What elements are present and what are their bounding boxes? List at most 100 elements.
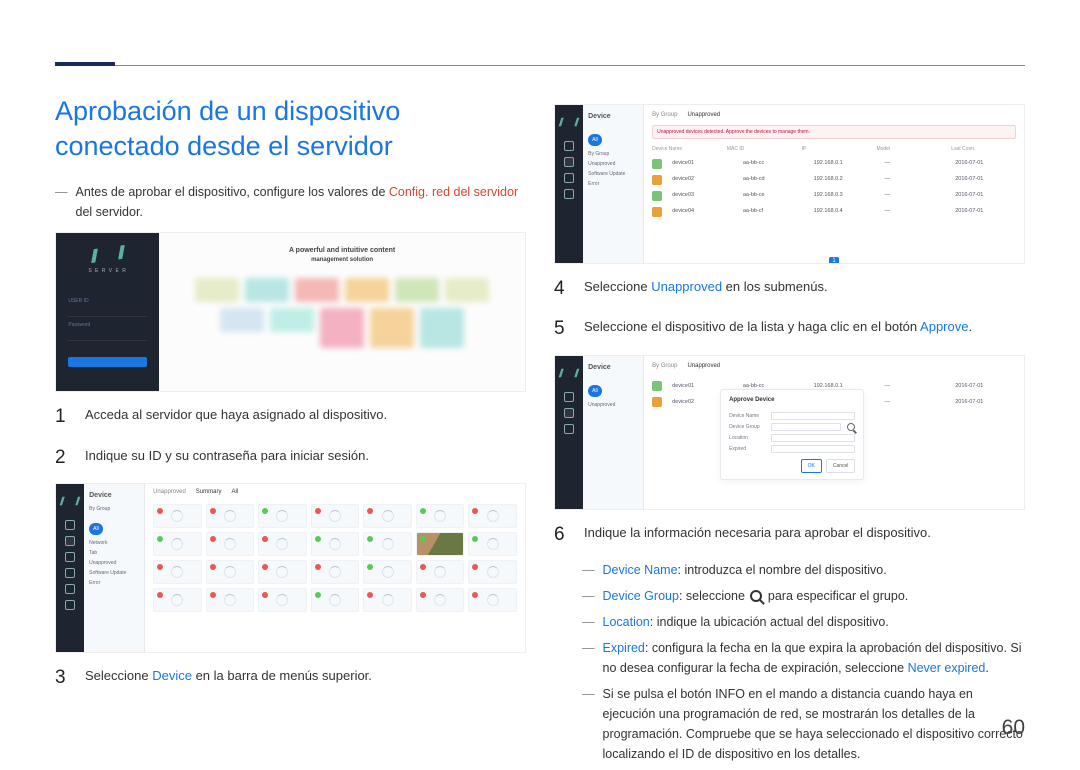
device-tile[interactable]: [468, 588, 517, 612]
step-text: Indique la información necesaria para ap…: [584, 520, 931, 550]
ss4-all-pill[interactable]: All: [588, 385, 602, 397]
device-tile[interactable]: [153, 504, 202, 528]
device-tile[interactable]: [153, 532, 202, 556]
ss4-tab[interactable]: By Group: [652, 362, 677, 372]
ss3-tab[interactable]: By Group: [652, 111, 677, 121]
location-desc: : indique la ubicación actual del dispos…: [650, 615, 889, 629]
location-input[interactable]: [771, 434, 855, 442]
page-1-button[interactable]: 1: [829, 257, 839, 264]
device-tile[interactable]: [468, 532, 517, 556]
device-tile[interactable]: [416, 588, 465, 612]
ss4-panel-title: Device: [588, 362, 638, 373]
ss2-tab[interactable]: All: [231, 488, 238, 498]
expired-input[interactable]: [771, 445, 855, 453]
expired-desc-post: .: [985, 661, 988, 675]
rail-icon[interactable]: [564, 157, 574, 167]
rail-icon[interactable]: [65, 536, 75, 546]
search-icon[interactable]: [847, 423, 855, 431]
device-tile[interactable]: [311, 588, 360, 612]
table-row[interactable]: device04aa-bb-cf192.168.0.4—2016-07-01: [652, 207, 1016, 217]
page-number: 60: [1002, 711, 1025, 745]
col-head: Last Conn.: [951, 145, 1016, 153]
rail-icon[interactable]: [65, 584, 75, 594]
step-text: Seleccione Unapproved en los submenús.: [584, 274, 828, 304]
device-tile[interactable]: [153, 560, 202, 584]
page-title: Aprobación de un dispositivo conectado d…: [55, 94, 526, 164]
ss3-icon-rail: [555, 105, 583, 263]
device-tile[interactable]: [258, 560, 307, 584]
device-tile[interactable]: [258, 588, 307, 612]
device-tile[interactable]: [206, 504, 255, 528]
modal-ok-button[interactable]: OK: [801, 459, 822, 473]
table-row[interactable]: device01aa-bb-cc192.168.0.1—2016-07-01: [652, 159, 1016, 169]
ss3-panel-item[interactable]: By Group: [588, 150, 638, 158]
table-row[interactable]: device02aa-bb-cd192.168.0.2—2016-07-01: [652, 175, 1016, 185]
sub-note-text: Expired: configura la fecha en la que ex…: [603, 638, 1026, 678]
ss3-all-pill[interactable]: All: [588, 134, 602, 146]
ss2-group-item[interactable]: Tab: [89, 549, 139, 557]
ss3-tab-unapproved[interactable]: Unapproved: [687, 111, 720, 121]
modal-row-device-name: Device Name: [729, 412, 855, 420]
device-tile[interactable]: [416, 532, 465, 556]
device-tile[interactable]: [468, 504, 517, 528]
device-tile[interactable]: [416, 504, 465, 528]
modal-row-device-group: Device Group: [729, 423, 855, 431]
ss4-panel-item[interactable]: Unapproved: [588, 401, 638, 409]
device-tile[interactable]: [363, 532, 412, 556]
rail-icon[interactable]: [65, 568, 75, 578]
device-tile[interactable]: [363, 588, 412, 612]
ss1-password-input[interactable]: [68, 335, 146, 341]
rail-icon[interactable]: [65, 552, 75, 562]
device-tile[interactable]: [363, 560, 412, 584]
device-tile[interactable]: [468, 560, 517, 584]
location-label: Location: [603, 615, 650, 629]
device-group-input[interactable]: [771, 423, 841, 431]
ss3-panel-item[interactable]: Software Update: [588, 170, 638, 178]
ss2-group-item[interactable]: Unapproved: [89, 559, 139, 567]
modal-cancel-button[interactable]: Cancel: [826, 459, 856, 473]
step-number: 4: [554, 274, 570, 304]
device-tile[interactable]: [311, 532, 360, 556]
ss1-slideshow: A powerful and intuitive content managem…: [159, 233, 525, 391]
device-tile[interactable]: [206, 560, 255, 584]
ss2-tab[interactable]: Summary: [196, 488, 222, 498]
rail-icon[interactable]: [564, 408, 574, 418]
device-tile[interactable]: [206, 532, 255, 556]
device-name-input[interactable]: [771, 412, 855, 420]
device-tile[interactable]: [416, 560, 465, 584]
rail-icon[interactable]: [65, 600, 75, 610]
step-4-link: Unapproved: [651, 279, 722, 294]
ss2-group-item[interactable]: Software Update: [89, 569, 139, 577]
device-tile[interactable]: [311, 560, 360, 584]
ss4-tab-unapproved[interactable]: Unapproved: [687, 362, 720, 372]
rail-icon[interactable]: [564, 189, 574, 199]
device-tile[interactable]: [206, 588, 255, 612]
device-tile[interactable]: [311, 504, 360, 528]
device-tile[interactable]: [258, 532, 307, 556]
rail-icon[interactable]: [564, 392, 574, 402]
ss1-userid-input[interactable]: [68, 311, 146, 317]
ss2-by-group[interactable]: By Group: [89, 505, 139, 513]
modal-button-row: OK Cancel: [729, 459, 855, 473]
ss2-group-item[interactable]: Network: [89, 539, 139, 547]
ss1-signin-button[interactable]: [68, 357, 146, 367]
ss3-panel-item[interactable]: Unapproved: [588, 160, 638, 168]
rail-icon[interactable]: [564, 141, 574, 151]
step-3: 3 Seleccione Device en la barra de menús…: [55, 663, 526, 693]
modal-row-location: Location: [729, 434, 855, 442]
device-tile[interactable]: [153, 588, 202, 612]
rail-icon[interactable]: [65, 520, 75, 530]
device-tile[interactable]: [258, 504, 307, 528]
note-dash-icon: ―: [582, 586, 595, 606]
step-text: Seleccione el dispositivo de la lista y …: [584, 314, 972, 344]
ss1-headline-1: A powerful and intuitive content: [171, 245, 513, 256]
table-row[interactable]: device03aa-bb-ce192.168.0.3—2016-07-01: [652, 191, 1016, 201]
ss3-panel-item[interactable]: Error: [588, 180, 638, 188]
ss2-group-item[interactable]: Error: [89, 579, 139, 587]
rail-icon[interactable]: [564, 173, 574, 183]
rail-icon[interactable]: [564, 424, 574, 434]
sub-note-location: ― Location: indique la ubicación actual …: [582, 612, 1025, 632]
ss2-tab[interactable]: Unapproved: [153, 488, 186, 498]
device-tile[interactable]: [363, 504, 412, 528]
ss2-all-pill[interactable]: All: [89, 523, 103, 535]
